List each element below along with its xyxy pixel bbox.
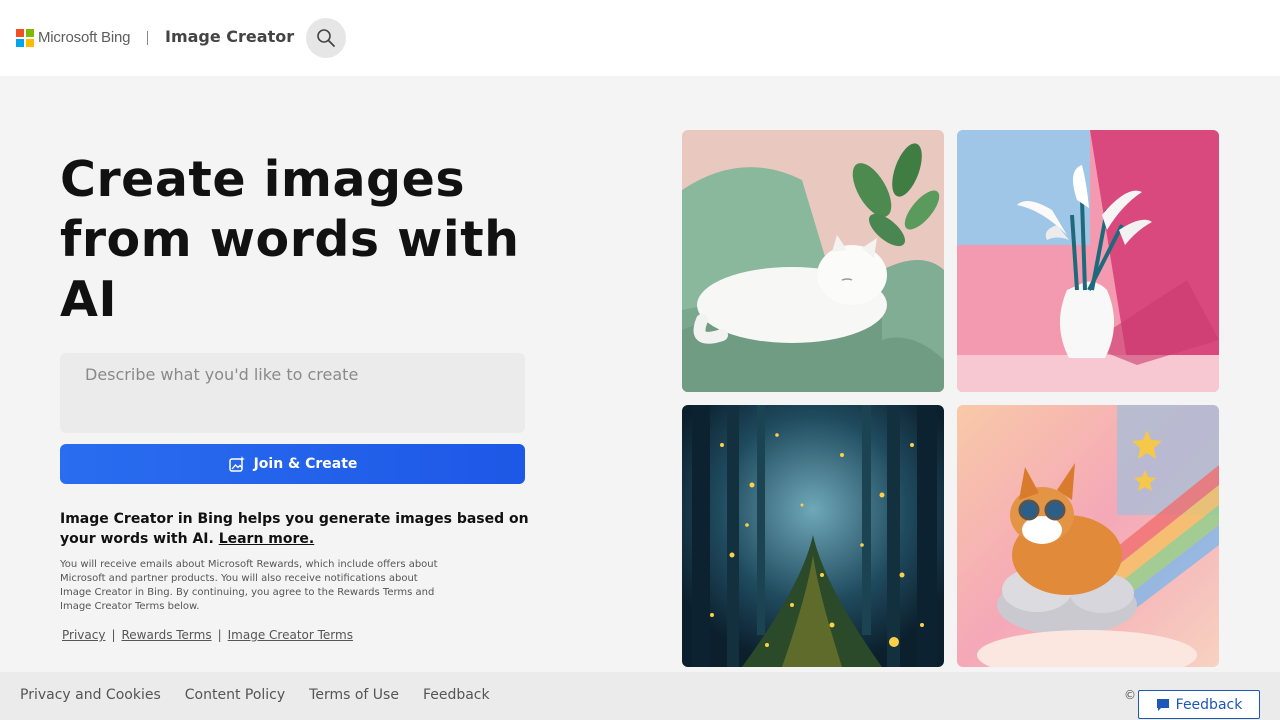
logo-red-square bbox=[16, 29, 24, 37]
legal-links: Privacy | Rewards Terms | Image Creator … bbox=[62, 628, 353, 642]
footer-privacy-cookies-link[interactable]: Privacy and Cookies bbox=[20, 687, 161, 703]
gallery-tile-cat[interactable] bbox=[682, 130, 944, 392]
corgi-on-cloud-image bbox=[957, 405, 1219, 667]
footer-content-policy-link[interactable]: Content Policy bbox=[185, 687, 285, 703]
firefly-forest-image bbox=[682, 405, 944, 667]
image-creator-terms-link[interactable]: Image Creator Terms bbox=[228, 628, 353, 642]
gallery-tile-lilies[interactable] bbox=[957, 130, 1219, 392]
join-and-create-button[interactable]: Join & Create bbox=[60, 444, 525, 484]
feedback-button[interactable]: Feedback bbox=[1138, 690, 1260, 719]
chat-bubble-icon bbox=[1156, 698, 1169, 711]
copyright: © bbox=[1124, 688, 1136, 702]
image-sparkle-icon bbox=[228, 456, 245, 472]
page-title: Create images from words with AI bbox=[60, 151, 520, 328]
logo-green-square bbox=[26, 29, 34, 37]
logo-yellow-square bbox=[26, 39, 34, 47]
logo-blue-square bbox=[16, 39, 24, 47]
gallery-tile-forest[interactable] bbox=[682, 405, 944, 667]
calla-lilies-image bbox=[957, 130, 1219, 392]
rewards-terms-link[interactable]: Rewards Terms bbox=[122, 628, 212, 642]
join-and-create-label: Join & Create bbox=[253, 456, 358, 472]
search-icon bbox=[317, 29, 335, 47]
description: Image Creator in Bing helps you generate… bbox=[60, 509, 530, 549]
cat-on-sofa-image bbox=[682, 130, 944, 392]
feedback-button-label: Feedback bbox=[1175, 696, 1243, 713]
footer-terms-of-use-link[interactable]: Terms of Use bbox=[309, 687, 399, 703]
learn-more-link[interactable]: Learn more. bbox=[219, 531, 315, 547]
brand-name[interactable]: Microsoft Bing bbox=[38, 29, 130, 46]
microsoft-logo-icon[interactable] bbox=[16, 29, 34, 47]
top-header: Microsoft Bing Image Creator bbox=[0, 0, 1280, 76]
footer-links: Privacy and Cookies Content Policy Terms… bbox=[20, 687, 490, 703]
rewards-fine-print: You will receive emails about Microsoft … bbox=[60, 559, 438, 612]
footer-feedback-link[interactable]: Feedback bbox=[423, 687, 490, 703]
link-separator: | bbox=[111, 628, 116, 642]
gallery-tile-corgi[interactable] bbox=[957, 405, 1219, 667]
brand-divider bbox=[147, 31, 148, 45]
search-button[interactable] bbox=[306, 18, 346, 58]
privacy-link[interactable]: Privacy bbox=[62, 628, 105, 642]
link-separator: | bbox=[217, 628, 222, 642]
product-title[interactable]: Image Creator bbox=[165, 27, 294, 46]
prompt-input[interactable] bbox=[60, 353, 525, 433]
page-footer: Privacy and Cookies Content Policy Terms… bbox=[0, 672, 1280, 720]
